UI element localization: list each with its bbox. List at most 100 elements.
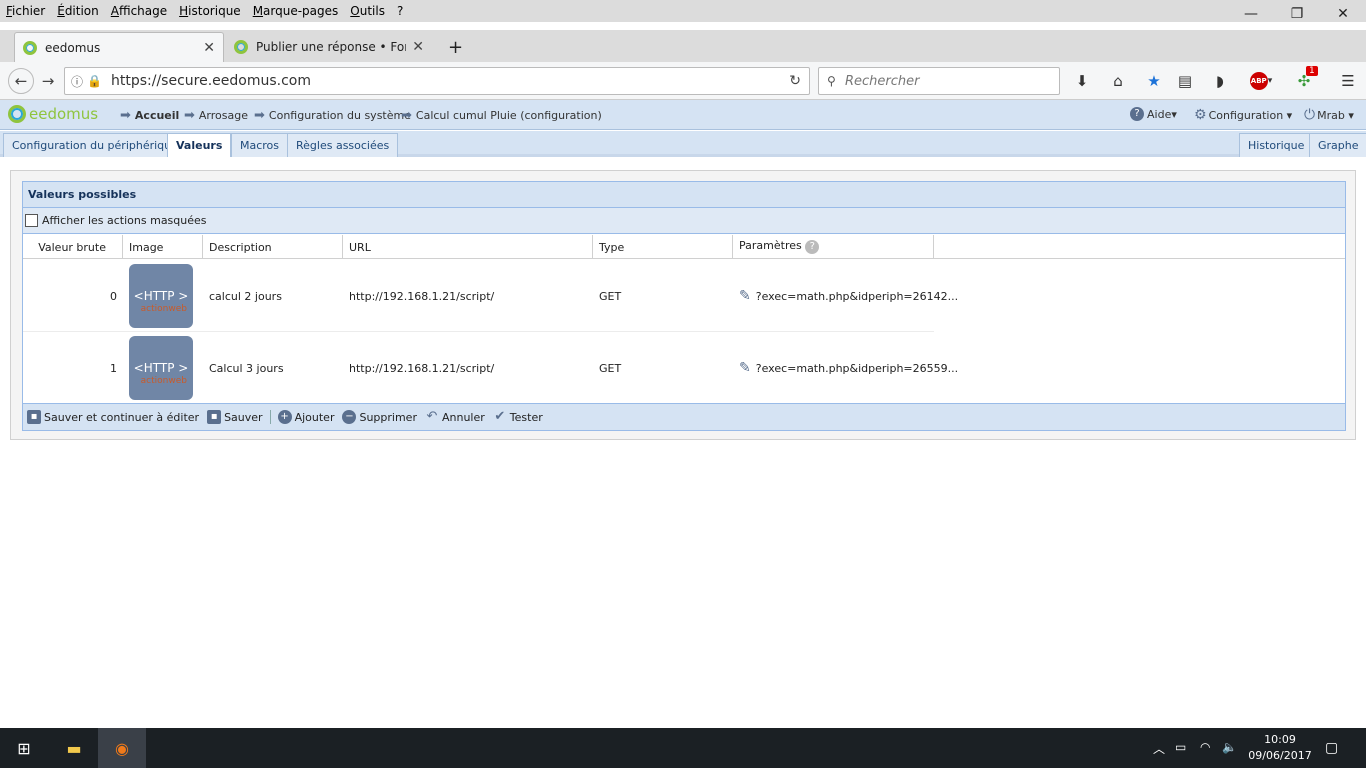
breadcrumb-label: Accueil [134,109,180,122]
delete-button[interactable]: − Supprimer [342,410,417,424]
test-label: Tester [509,410,543,424]
app-header: eedomus ➡ Accueil ➡ Arrosage ➡ Configuratio… [0,100,1366,130]
col-type[interactable]: Type [593,235,733,259]
close-tab-icon[interactable]: ✕ [412,39,424,55]
forward-icon[interactable]: → [36,70,60,92]
minimize-button[interactable]: — [1228,0,1274,28]
row-image[interactable]: <HTTP > actionweb [123,332,203,404]
file-explorer-icon[interactable]: ▬ [50,728,98,768]
breadcrumb-calcul[interactable]: ➡ Calcul cumul Pluie (configuration) [401,108,602,123]
battery-icon[interactable]: ▭ [1175,740,1186,754]
notification-icon[interactable]: ▢ [1325,740,1338,756]
search-input[interactable]: ⚲ Rechercher [818,67,1060,95]
menu-marque-pages[interactable]: Marque-pages [247,4,345,18]
tab-macros[interactable]: Macros [231,133,289,157]
http-sublabel: actionweb [140,376,187,386]
col-url[interactable]: URL [343,235,593,259]
raw-value: 1 [110,361,117,375]
volume-icon[interactable]: 🔈 [1222,740,1237,754]
test-button[interactable]: ✔ Tester [493,409,543,424]
delete-label: Supprimer [359,410,417,424]
arrow-right-icon: ➡ [254,108,265,123]
menu-historique[interactable]: Historique [173,4,247,18]
menu-help[interactable]: ? [391,4,409,18]
close-tab-icon[interactable]: ✕ [203,40,215,56]
back-icon[interactable]: ← [8,68,34,94]
menu-fichier[interactable]: Fichier [0,4,51,18]
new-tab-button[interactable]: + [440,32,471,62]
menu-affichage[interactable]: Affichage [105,4,173,18]
extension-icon[interactable]: ✣ 1 [1292,66,1318,92]
download-icon[interactable]: ⬇ [1070,70,1094,92]
url-bar[interactable]: ⓘ 🔒 https://secure.eedomus.com ↻ [64,67,810,95]
tab-configuration[interactable]: Configuration du périphérique [3,133,187,157]
tab-forum[interactable]: Publier une réponse • Forum ✕ [226,32,432,62]
col-description[interactable]: Description [203,235,343,259]
info-icon[interactable]: ⓘ [71,73,83,90]
table-row[interactable]: 0 <HTTP > actionweb calcul 2 jours http:/… [23,260,958,332]
firefox-icon[interactable]: ◉ [98,728,146,768]
tray-chevron-icon[interactable]: ︿ [1153,740,1165,757]
col-image[interactable]: Image [123,235,203,259]
adblock-icon[interactable]: ABP ▾ [1246,70,1276,92]
clock[interactable]: 10:09 09/06/2017 [1248,732,1312,764]
add-button[interactable]: + Ajouter [277,410,334,424]
arrow-right-icon: ➡ [120,108,131,123]
menu-outils[interactable]: Outils [344,4,391,18]
reload-icon[interactable]: ↻ [789,73,801,89]
home-icon[interactable]: ⌂ [1106,70,1130,92]
table-row[interactable]: 1 <HTTP > actionweb Calcul 3 jours http:/… [23,332,958,404]
save-button[interactable]: ▪ Sauver [207,410,263,424]
row-url: http://192.168.1.21/script/ [349,289,495,303]
panel-toolbar: Afficher les actions masquées [23,208,1345,234]
edit-pencil-icon[interactable]: ✎ [739,360,751,376]
help-label: Aide [1147,107,1172,121]
windows-start-icon[interactable]: ⊞ [0,728,48,768]
help-icon[interactable]: ? [805,240,820,254]
show-hidden-checkbox[interactable] [25,214,38,227]
row-description: calcul 2 jours [209,289,282,303]
grid-header: Valeur brute Image Description URL Type … [23,235,1345,259]
panel-title: Valeurs possibles [23,182,1345,208]
config-menu[interactable]: ⚙ Configuration ▾ [1194,107,1292,123]
close-window-button[interactable]: ✕ [1320,0,1366,28]
check-icon: ✔ [494,409,506,424]
help-menu[interactable]: ? Aide ▾ [1130,107,1177,121]
user-label: Mrab [1317,108,1345,122]
edit-pencil-icon[interactable]: ✎ [739,288,751,304]
show-hidden-label[interactable]: Afficher les actions masquées [42,214,207,227]
pocket-icon[interactable]: ◗ [1208,70,1232,92]
menu-edition[interactable]: Édition [51,4,105,18]
col-raw-value[interactable]: Valeur brute [23,235,123,259]
row-image[interactable]: <HTTP > actionweb [123,260,203,332]
breadcrumb-arrosage[interactable]: ➡ Arrosage [184,108,248,123]
device-tabs: Configuration du périphérique Valeurs Ma… [0,131,1366,157]
tab-regles[interactable]: Règles associées [287,133,399,157]
cancel-button[interactable]: ↶ Annuler [425,410,485,424]
breadcrumb-configuration[interactable]: ➡ Configuration du système [254,108,411,123]
gear-icon: ⚙ [1194,107,1207,123]
eedomus-logo[interactable]: eedomus [8,105,98,123]
menu-icon[interactable]: ☰ [1336,70,1360,92]
breadcrumb-label: Configuration du système [268,109,411,122]
col-params[interactable]: Paramètres ? [733,235,934,259]
bookmarks-list-icon[interactable]: ▤ [1173,70,1197,92]
search-icon: ⚲ [827,74,836,88]
taskbar: ⊞ ▬ ◉ ︿ ▭ ◠ 🔈 10:09 09/06/2017 ▢ [0,728,1366,768]
forum-favicon-icon [234,40,248,54]
restore-button[interactable]: ❐ [1274,0,1320,28]
bookmark-star-icon[interactable]: ★ [1142,70,1166,92]
tab-eedomus[interactable]: eedomus ✕ [14,32,224,62]
url-text[interactable]: https://secure.eedomus.com [111,73,311,89]
clock-time: 10:09 [1264,733,1296,746]
lock-warning-icon[interactable]: 🔒 [87,74,102,88]
breadcrumb-accueil[interactable]: ➡ Accueil [120,108,179,123]
wifi-icon[interactable]: ◠ [1200,740,1210,754]
row-type: GET [599,361,622,375]
tab-historique[interactable]: Historique [1239,133,1314,157]
tab-graphe[interactable]: Graphe [1309,133,1366,157]
save-continue-button[interactable]: ▪ Sauver et continuer à éditer [27,410,199,424]
breadcrumb-label: Calcul cumul Pluie (configuration) [415,109,602,122]
user-menu[interactable]: ⏻ Mrab ▾ [1304,107,1354,123]
tab-valeurs[interactable]: Valeurs [167,133,232,157]
